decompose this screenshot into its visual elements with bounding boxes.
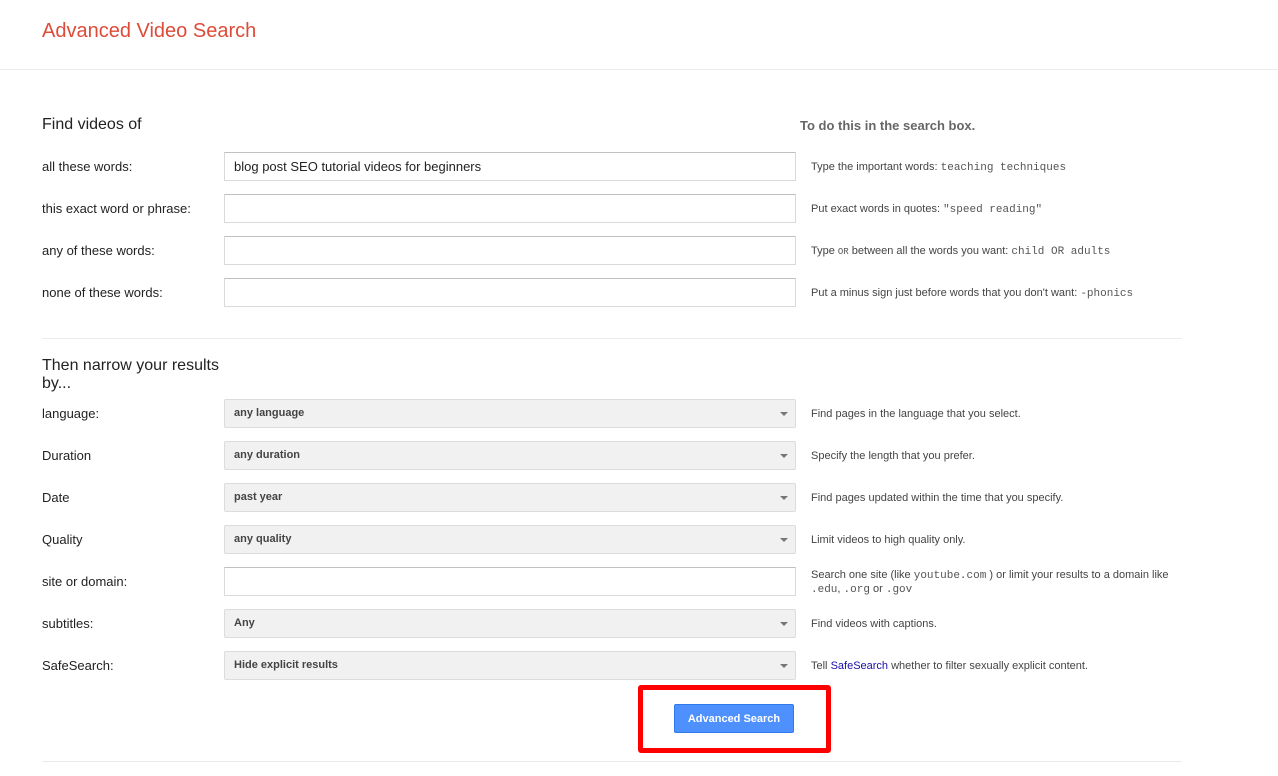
narrow-results-heading: Then narrow your results by... bbox=[42, 357, 219, 392]
date-hint: Find pages updated within the time that … bbox=[811, 492, 1064, 504]
exact-phrase-hint: Put exact words in quotes: "speed readin… bbox=[811, 203, 1043, 216]
duration-select[interactable]: any duration bbox=[224, 441, 796, 470]
site-domain-hint: Search one site (like youtube.com ) or l… bbox=[811, 569, 1169, 596]
none-words-hint: Put a minus sign just before words that … bbox=[811, 287, 1134, 300]
exact-phrase-input[interactable] bbox=[224, 194, 796, 223]
subtitles-hint: Find videos with captions. bbox=[811, 618, 937, 630]
any-words-hint: Type OR between all the words you want: … bbox=[811, 245, 1111, 258]
chevron-down-icon bbox=[780, 496, 788, 500]
language-hint: Find pages in the language that you sele… bbox=[811, 408, 1021, 420]
subtitles-select[interactable]: Any bbox=[224, 609, 796, 638]
date-select[interactable]: past year bbox=[224, 483, 796, 512]
exact-phrase-label: this exact word or phrase: bbox=[42, 201, 191, 216]
quality-select[interactable]: any quality bbox=[224, 525, 796, 554]
duration-hint: Specify the length that you prefer. bbox=[811, 450, 975, 462]
safesearch-label-link[interactable]: SafeSearch bbox=[42, 658, 110, 673]
any-words-input[interactable] bbox=[224, 236, 796, 265]
all-words-label: all these words: bbox=[42, 159, 133, 174]
find-videos-heading: Find videos of bbox=[42, 116, 142, 133]
language-select[interactable]: any language bbox=[224, 399, 796, 428]
quality-hint: Limit videos to high quality only. bbox=[811, 534, 966, 546]
subtitles-label: subtitles: bbox=[42, 616, 94, 631]
safesearch-select[interactable]: Hide explicit results bbox=[224, 651, 796, 680]
date-label: Date bbox=[42, 490, 70, 505]
chevron-down-icon bbox=[780, 664, 788, 668]
none-words-input[interactable] bbox=[224, 278, 796, 307]
all-words-input[interactable] bbox=[224, 152, 796, 181]
section-divider bbox=[42, 338, 1182, 339]
safesearch-hint: Tell SafeSearch whether to filter sexual… bbox=[811, 660, 1088, 672]
chevron-down-icon bbox=[780, 538, 788, 542]
chevron-down-icon bbox=[780, 622, 788, 626]
site-domain-label: site or domain: bbox=[42, 574, 128, 589]
language-label: language: bbox=[42, 406, 100, 421]
duration-label: Duration bbox=[42, 448, 92, 463]
page-title: Advanced Video Search bbox=[42, 20, 257, 42]
search-box-hint-heading: To do this in the search box. bbox=[800, 118, 976, 133]
advanced-search-button[interactable]: Advanced Search bbox=[674, 704, 794, 733]
bottom-divider bbox=[42, 761, 1182, 762]
none-words-label: none of these words: bbox=[42, 285, 163, 300]
site-domain-input[interactable] bbox=[224, 567, 796, 596]
all-words-hint: Type the important words: teaching techn… bbox=[811, 161, 1067, 174]
safesearch-label: SafeSearch: bbox=[42, 658, 114, 673]
quality-label: Quality bbox=[42, 532, 83, 547]
chevron-down-icon bbox=[780, 454, 788, 458]
safesearch-hint-link[interactable]: SafeSearch bbox=[831, 660, 888, 672]
any-words-label: any of these words: bbox=[42, 243, 155, 258]
page-header: Advanced Video Search bbox=[0, 0, 1278, 70]
chevron-down-icon bbox=[780, 412, 788, 416]
